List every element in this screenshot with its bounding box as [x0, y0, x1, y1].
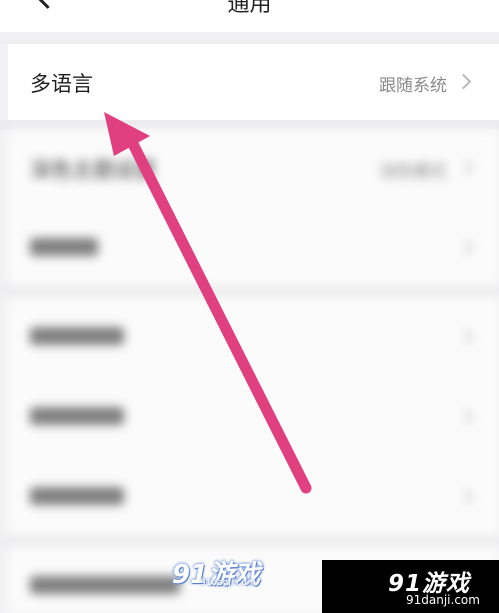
chevron-right-icon: [457, 159, 474, 176]
watermark-url: 91danji.com: [406, 593, 480, 607]
chevron-right-icon: [457, 408, 474, 425]
setting-value-dark-theme: 浅色模式: [379, 162, 447, 182]
setting-row-blurred[interactable]: [8, 296, 499, 376]
chevron-right-icon: [457, 328, 474, 345]
section-divider: [0, 120, 499, 130]
watermark-center: 91游戏 91danji.com: [172, 552, 268, 590]
setting-row-language[interactable]: 多语言 跟随系统: [8, 44, 499, 120]
header-bar: 通用: [0, 0, 499, 32]
chevron-right-icon: [457, 239, 474, 256]
page-title: 通用: [227, 0, 272, 17]
setting-value-language: 跟随系统: [379, 76, 447, 96]
watermark-corner: 91游戏 91danji.com: [322, 560, 499, 613]
blurred-settings-list: 深色主题设置 浅色模式: [0, 130, 499, 613]
setting-row-dark-theme[interactable]: 深色主题设置 浅色模式: [8, 130, 499, 208]
setting-label-dark-theme: 深色主题设置: [30, 158, 156, 182]
blurred-label: [30, 487, 124, 505]
chevron-right-icon: [455, 73, 472, 90]
section-divider: [0, 536, 499, 546]
blurred-label: [30, 576, 180, 594]
setting-label-language: 多语言: [30, 72, 93, 96]
setting-row-blurred[interactable]: [8, 376, 499, 456]
setting-row-blurred[interactable]: [8, 456, 499, 536]
blurred-label: [30, 238, 98, 256]
watermark-url: 91danji.com: [200, 578, 256, 588]
blurred-label: [30, 327, 124, 345]
setting-row-blurred[interactable]: [8, 208, 499, 286]
section-divider: [0, 32, 499, 44]
chevron-right-icon: [457, 488, 474, 505]
section-divider: [0, 286, 499, 296]
blurred-label: [30, 407, 124, 425]
